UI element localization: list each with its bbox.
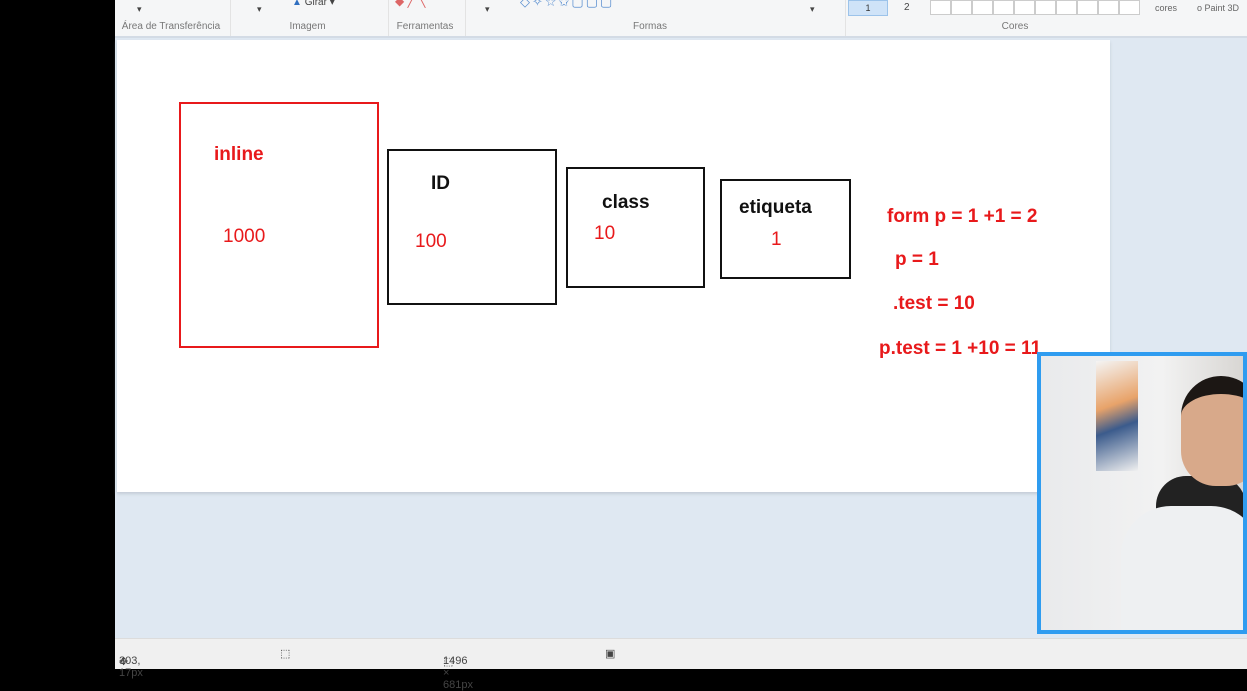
color-swatch[interactable] bbox=[1119, 0, 1140, 15]
group-label-image: Imagem bbox=[289, 21, 326, 32]
paint3d-button[interactable]: o Paint 3D bbox=[1197, 3, 1239, 13]
rotate-button[interactable]: ▲ Girar ▾ bbox=[292, 0, 335, 8]
ribbon: ▾ ▾ ▲ Girar ▾ ◆ ╱ ╲ ▾ ◇✧☆✩▢▢▢ ▾ 1 2 core… bbox=[115, 0, 1247, 38]
color-palette bbox=[930, 0, 1140, 15]
rotate-icon: ▲ bbox=[292, 0, 302, 8]
size-2-button[interactable]: 2 bbox=[904, 2, 910, 13]
divider bbox=[388, 0, 389, 36]
box-value-class: 10 bbox=[594, 223, 616, 244]
box-id bbox=[387, 149, 557, 305]
edit-colors-button[interactable]: cores bbox=[1155, 3, 1177, 13]
drawing-canvas[interactable]: inline 1000 ID 100 class 10 etiqueta 1 f… bbox=[117, 40, 1110, 492]
dropdown-arrow[interactable]: ▾ bbox=[810, 4, 815, 15]
color-swatch[interactable] bbox=[993, 0, 1014, 15]
dropdown-arrow[interactable]: ▾ bbox=[137, 4, 142, 15]
person-shirt bbox=[1121, 506, 1243, 630]
color-swatch[interactable] bbox=[1056, 0, 1077, 15]
box-inline bbox=[179, 102, 379, 348]
box-title-etiqueta: etiqueta bbox=[739, 197, 812, 218]
person-face bbox=[1181, 376, 1243, 486]
color-swatch[interactable] bbox=[951, 0, 972, 15]
divider bbox=[230, 0, 231, 36]
paint-window: ▾ ▾ ▲ Girar ▾ ◆ ╱ ╲ ▾ ◇✧☆✩▢▢▢ ▾ 1 2 core… bbox=[115, 0, 1247, 691]
group-label-colors: Cores bbox=[1001, 21, 1029, 32]
divider bbox=[845, 0, 846, 36]
group-label-shapes: Formas bbox=[633, 21, 667, 32]
note-line: form p = 1 +1 = 2 bbox=[887, 206, 1038, 227]
color-swatch[interactable] bbox=[972, 0, 993, 15]
save-icon: ▣ bbox=[605, 648, 616, 660]
note-line: .test = 10 bbox=[893, 293, 975, 314]
box-value-etiqueta: 1 bbox=[771, 229, 782, 250]
group-label-tools: Ferramentas bbox=[396, 21, 454, 32]
color-swatch[interactable] bbox=[1014, 0, 1035, 15]
color-swatch[interactable] bbox=[1098, 0, 1119, 15]
dropdown-arrow[interactable]: ▾ bbox=[485, 4, 490, 15]
note-line: p.test = 1 +10 = 11 bbox=[879, 338, 1042, 359]
size-1-button[interactable]: 1 bbox=[848, 0, 888, 16]
box-etiqueta bbox=[720, 179, 851, 279]
status-bar: ✥ 303, 17px ⬚ ⬚ 1496 × 681px ▣ bbox=[115, 638, 1247, 691]
box-title-inline: inline bbox=[214, 144, 264, 165]
divider bbox=[465, 0, 466, 36]
box-title-id: ID bbox=[431, 173, 450, 194]
box-value-inline: 1000 bbox=[223, 226, 266, 247]
dropdown-arrow[interactable]: ▾ bbox=[257, 4, 262, 15]
selection-icon: ⬚ bbox=[280, 648, 291, 660]
tools-icons[interactable]: ◆ ╱ ╲ bbox=[395, 0, 425, 8]
color-swatch[interactable] bbox=[930, 0, 951, 15]
box-class bbox=[566, 167, 705, 288]
shapes-gallery[interactable]: ◇✧☆✩▢▢▢ bbox=[520, 0, 614, 10]
note-line: p = 1 bbox=[895, 249, 939, 270]
box-title-class: class bbox=[602, 192, 650, 213]
color-swatch[interactable] bbox=[1035, 0, 1056, 15]
webcam-overlay bbox=[1037, 352, 1247, 634]
color-swatch[interactable] bbox=[1077, 0, 1098, 15]
wall-painting bbox=[1096, 361, 1138, 471]
box-value-id: 100 bbox=[415, 231, 447, 252]
group-label-clipboard: Área de Transferência bbox=[121, 21, 221, 32]
